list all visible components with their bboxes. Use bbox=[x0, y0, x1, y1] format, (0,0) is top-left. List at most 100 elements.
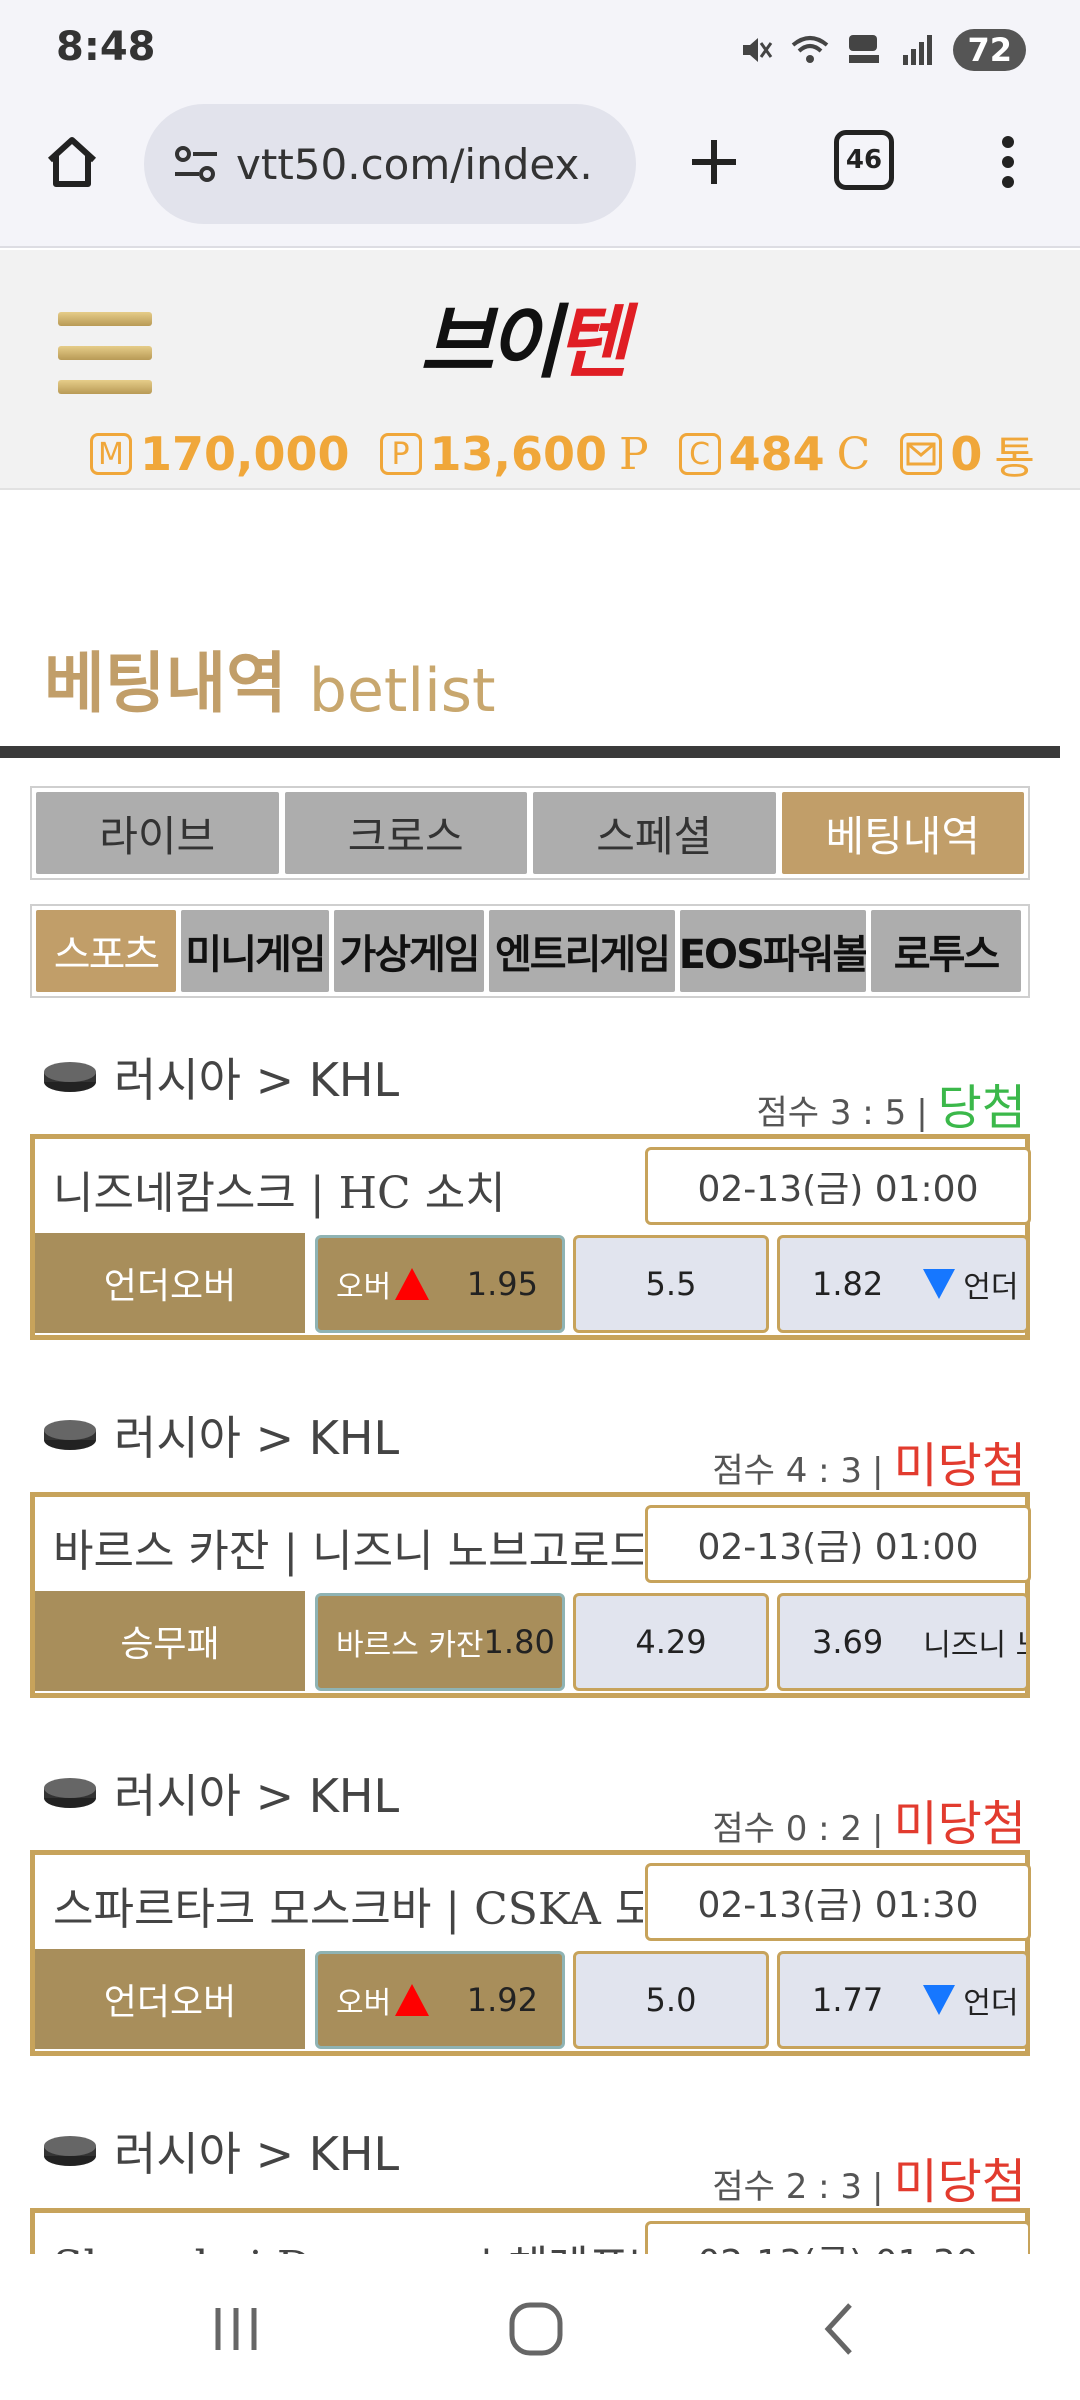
page-title: 베팅내역 betlist bbox=[44, 636, 496, 726]
tab-lotus[interactable]: 로투스 bbox=[871, 910, 1021, 992]
message-value: 0 bbox=[950, 427, 983, 481]
coupon-value: 484 bbox=[728, 427, 825, 481]
page-title-ko: 베팅내역 bbox=[44, 645, 287, 722]
status-time: 8:48 bbox=[56, 24, 156, 70]
more-menu-icon[interactable] bbox=[984, 128, 1032, 196]
score-text: 점수 4 : 3 bbox=[712, 1451, 863, 1491]
draw-option[interactable]: 5.0 bbox=[573, 1951, 769, 2049]
bet-header: 러시아 > KHL 점수 0 : 2 | 미당첨 bbox=[30, 1750, 1030, 1852]
match-name: Shanghai Dragons | 체레포베 bbox=[53, 2231, 643, 2254]
home-nav-icon[interactable] bbox=[496, 2294, 576, 2364]
home-option[interactable]: 오버 1.95 bbox=[315, 1235, 565, 1333]
message-count[interactable]: 0 통 bbox=[900, 422, 1035, 486]
bet-card: 러시아 > KHL 점수 0 : 2 | 미당첨 스파르타크 모스크바 | CS… bbox=[30, 1750, 1031, 2060]
tab-cross[interactable]: 크로스 bbox=[284, 792, 527, 874]
system-nav-bar bbox=[0, 2254, 1080, 2400]
main-tabs: 라이브 크로스 스페셜 베팅내역 bbox=[30, 786, 1030, 880]
down-arrow-icon bbox=[923, 1269, 956, 1299]
score-text: 점수 0 : 2 bbox=[712, 1809, 863, 1849]
status-bar: 8:48 72 bbox=[0, 0, 1080, 100]
title-divider bbox=[0, 746, 1060, 758]
bet-card: 러시아 > KHL 점수 3 : 5 | 당첨 니즈네캄스크 | HC 소치 0… bbox=[30, 1034, 1031, 1344]
recent-apps-icon[interactable] bbox=[196, 2294, 276, 2364]
money-balance: M 170,000 bbox=[90, 427, 350, 481]
site-logo[interactable]: 브이텐 bbox=[420, 278, 660, 389]
match-date: 02-13(금) 01:00 bbox=[645, 1505, 1031, 1583]
up-arrow-icon bbox=[395, 1268, 430, 1300]
bet-result: 점수 4 : 3 | 미당첨 bbox=[712, 1426, 1026, 1496]
bet-result: 점수 0 : 2 | 미당첨 bbox=[712, 1784, 1026, 1854]
away-option[interactable]: 1.77 언더 bbox=[777, 1951, 1029, 2049]
away-odds: 3.69 bbox=[812, 1623, 884, 1661]
site-settings-icon[interactable] bbox=[168, 136, 224, 192]
tab-entry-game[interactable]: 엔트리게임 bbox=[489, 910, 675, 992]
tab-sports[interactable]: 스포츠 bbox=[36, 910, 176, 992]
tab-special[interactable]: 스페셜 bbox=[533, 792, 776, 874]
screen: 8:48 72 vtt50.com/index. 46 브이텐 M 170,00… bbox=[0, 0, 1080, 2400]
hamburger-menu-icon[interactable] bbox=[58, 312, 152, 394]
tab-switcher-button[interactable]: 46 bbox=[834, 130, 894, 190]
league-label: 러시아 > KHL bbox=[114, 1053, 400, 1107]
money-icon: M bbox=[90, 433, 132, 475]
point-icon: P bbox=[379, 433, 422, 475]
back-icon[interactable] bbox=[800, 2294, 880, 2364]
home-option-label: 바르스 카잔 bbox=[336, 1628, 484, 1663]
tab-virtual-game[interactable]: 가상게임 bbox=[334, 910, 484, 992]
result-status: 미당첨 bbox=[893, 1796, 1026, 1852]
home-odds: 1.95 bbox=[466, 1265, 538, 1303]
wifi-icon bbox=[791, 31, 829, 69]
league-label: 러시아 > KHL bbox=[114, 1411, 400, 1465]
url-text: vtt50.com/index. bbox=[236, 139, 593, 189]
tab-eos-powerball[interactable]: EOS파워볼 bbox=[680, 910, 866, 992]
signal-icon bbox=[899, 31, 937, 69]
point-balance: P 13,600 P bbox=[379, 427, 649, 481]
draw-option[interactable]: 5.5 bbox=[573, 1235, 769, 1333]
result-status: 미당첨 bbox=[893, 2154, 1026, 2210]
tab-betlist[interactable]: 베팅내역 bbox=[781, 792, 1024, 874]
home-odds: 1.80 bbox=[483, 1623, 555, 1661]
bet-header: 러시아 > KHL 점수 4 : 3 | 미당첨 bbox=[30, 1392, 1030, 1494]
browser-toolbar: vtt50.com/index. 46 bbox=[0, 100, 1080, 248]
away-option[interactable]: 3.69 니즈니 노브 bbox=[777, 1593, 1029, 1691]
result-separator: | bbox=[916, 1093, 928, 1133]
away-option-label: 언더 bbox=[963, 1986, 1019, 2021]
match-name: 니즈네캄스크 | HC 소치 bbox=[53, 1168, 506, 1219]
home-icon[interactable] bbox=[38, 128, 106, 196]
point-unit: P bbox=[619, 428, 649, 480]
bet-detail-box: 니즈네캄스크 | HC 소치 02-13(금) 01:00 언더오버 오버 1.… bbox=[30, 1134, 1031, 1340]
new-tab-icon[interactable] bbox=[680, 128, 748, 196]
bet-result: 점수 2 : 3 | 미당첨 bbox=[712, 2142, 1026, 2212]
tab-live[interactable]: 라이브 bbox=[36, 792, 279, 874]
home-option-label: 오버 bbox=[336, 1986, 392, 2021]
result-status: 당첨 bbox=[937, 1080, 1026, 1136]
coupon-balance: C 484 C bbox=[678, 427, 871, 481]
site-header: 브이텐 M 170,000 P 13,600 P C 484 C 0 통 bbox=[0, 250, 1080, 490]
score-text: 점수 2 : 3 bbox=[712, 2167, 863, 2207]
league-label: 러시아 > KHL bbox=[114, 1769, 400, 1823]
bet-detail-box: Shanghai Dragons | 체레포베 02-13(금) 01:30 bbox=[30, 2208, 1030, 2254]
message-unit: 통 bbox=[994, 433, 1035, 484]
bet-result: 점수 3 : 5 | 당첨 bbox=[757, 1068, 1027, 1138]
home-odds: 1.92 bbox=[466, 1981, 538, 2019]
result-status: 미당첨 bbox=[893, 1438, 1026, 1494]
result-separator: | bbox=[872, 1451, 884, 1491]
tab-minigame[interactable]: 미니게임 bbox=[181, 910, 329, 992]
hockey-puck-icon bbox=[44, 2136, 96, 2166]
match-date: 02-13(금) 01:30 bbox=[645, 2221, 1030, 2254]
status-icons: 72 bbox=[737, 22, 1026, 78]
draw-option[interactable]: 4.29 bbox=[573, 1593, 769, 1691]
match-date: 02-13(금) 01:30 bbox=[645, 1863, 1031, 1941]
match-name: 바르스 카잔 | 니즈니 노브고로드 bbox=[53, 1526, 643, 1577]
away-odds: 1.77 bbox=[812, 1981, 884, 2019]
away-option[interactable]: 1.82 언더 bbox=[777, 1235, 1029, 1333]
match-name: 스파르타크 모스크바 | CSKA 모스 bbox=[53, 1884, 643, 1935]
address-bar[interactable]: vtt50.com/index. bbox=[144, 104, 636, 224]
home-option[interactable]: 오버 1.92 bbox=[315, 1951, 565, 2049]
coupon-unit: C bbox=[836, 428, 871, 480]
result-separator: | bbox=[872, 1809, 884, 1849]
home-option[interactable]: 바르스 카잔 1.80 bbox=[315, 1593, 565, 1691]
bet-type: 승무패 bbox=[35, 1591, 305, 1691]
away-odds: 1.82 bbox=[812, 1265, 884, 1303]
point-value: 13,600 bbox=[429, 427, 608, 481]
bet-detail-box: 스파르타크 모스크바 | CSKA 모스 02-13(금) 01:30 언더 오버… bbox=[30, 1850, 1031, 2056]
